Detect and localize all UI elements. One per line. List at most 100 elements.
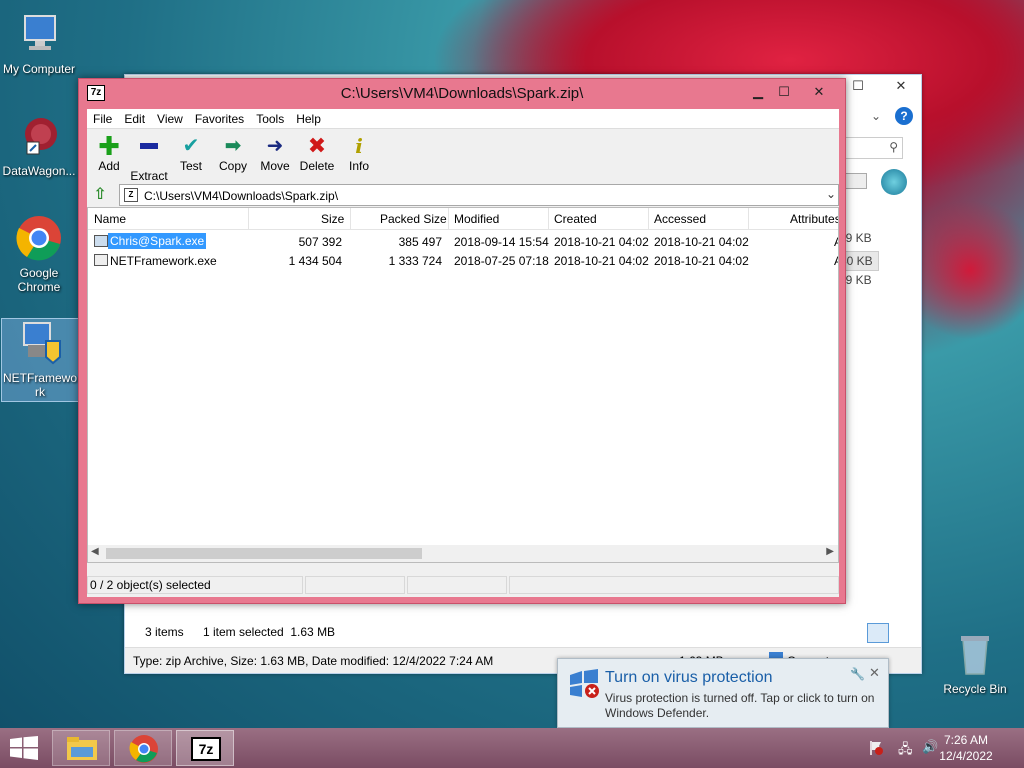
delete-label: Delete <box>299 159 335 173</box>
explorer-items-count: 3 items <box>145 625 184 639</box>
file-accessed: 2018-10-21 04:02 <box>654 235 749 249</box>
view-toggle-icon[interactable] <box>845 173 867 189</box>
action-center-flag-icon[interactable] <box>868 740 884 756</box>
minus-icon <box>127 143 171 169</box>
file-size: 1 434 504 <box>288 254 342 268</box>
minimize-button[interactable]: ▁ <box>745 81 771 103</box>
explorer-status-type: Type: zip Archive, Size: 1.63 MB, Date m… <box>133 654 494 668</box>
desktop-icon-label: DataWagon... <box>2 164 76 178</box>
chevron-down-icon[interactable]: ⌄ <box>826 187 836 201</box>
list-header: Name Size Packed Size Modified Created A… <box>88 208 838 230</box>
move-button[interactable]: ➜ Move <box>253 133 297 173</box>
desktop-icon-netframework[interactable]: NETFramework <box>1 318 79 402</box>
file-accessed: 2018-10-21 04:02 <box>654 254 749 268</box>
menu-edit[interactable]: Edit <box>118 109 151 127</box>
file-created: 2018-10-21 04:02 <box>554 254 649 268</box>
arrow-right-icon: ➜ <box>266 135 284 157</box>
move-label: Move <box>260 159 290 173</box>
sevenzip-titlebar[interactable]: 7z C:\Users\VM4\Downloads\Spark.zip\ ▁ ☐… <box>79 79 845 109</box>
delete-button[interactable]: ✖ Delete <box>295 133 339 173</box>
extract-label: Extract <box>130 169 168 183</box>
desktop-icon-label: NETFramework <box>2 371 77 399</box>
menu-favorites[interactable]: Favorites <box>189 109 250 127</box>
add-button[interactable]: ✚ Add <box>87 133 131 173</box>
taskbar-clock[interactable]: 7:26 AM 12/4/2022 <box>930 732 1002 764</box>
file-modified: 2018-09-14 15:54 <box>454 235 549 249</box>
info-label: Info <box>348 159 369 173</box>
network-icon[interactable]: 🖧 <box>898 740 914 756</box>
explorer-search-box[interactable]: ⚲ <box>845 137 903 159</box>
explorer-close-button[interactable]: ✕ <box>881 75 921 97</box>
details-view-icon[interactable] <box>867 623 889 643</box>
extract-button[interactable]: Extract <box>127 133 171 183</box>
explorer-selected-info: 1 item selected 1.63 MB <box>203 625 336 639</box>
up-folder-icon[interactable]: ⇧ <box>91 186 109 204</box>
close-button[interactable]: ✕ <box>797 81 841 103</box>
info-button[interactable]: i Info <box>337 133 381 173</box>
file-name[interactable]: Chris@Spark.exe <box>108 233 207 249</box>
explorer-maximize-button[interactable]: ☐ <box>845 75 871 97</box>
sevenzip-client: File Edit View Favorites Tools Help ✚ Add Ext… <box>87 109 839 597</box>
chrome-icon <box>129 735 158 763</box>
status-bar: 0 / 2 object(s) selected <box>87 573 839 597</box>
address-text: C:\Users\VM4\Downloads\Spark.zip\ <box>144 189 339 203</box>
table-row[interactable]: NETFramework.exe 1 434 504 1 333 724 201… <box>88 251 838 270</box>
recycle-bin-icon <box>951 630 999 678</box>
desktop-icon-label: Google Chrome <box>17 266 61 294</box>
chrome-icon <box>15 214 63 262</box>
plus-icon: ✚ <box>98 131 120 161</box>
menu-file[interactable]: File <box>87 109 118 127</box>
help-icon[interactable]: ? <box>895 107 913 125</box>
start-button[interactable] <box>10 736 38 760</box>
address-input[interactable]: Z C:\Users\VM4\Downloads\Spark.zip\ ⌄ <box>119 184 839 206</box>
computer-icon <box>15 10 63 58</box>
taskbar-file-explorer[interactable] <box>52 730 110 766</box>
chevron-down-icon[interactable]: ⌄ <box>871 109 887 125</box>
desktop-icon-label: My Computer <box>2 62 76 76</box>
scrollbar-thumb[interactable] <box>106 548 422 559</box>
taskbar-7zip[interactable]: 7z <box>176 730 234 766</box>
desktop-icon-recycle-bin[interactable]: Recycle Bin <box>936 630 1014 696</box>
desktop-icon-google-chrome[interactable]: Google Chrome <box>0 214 78 294</box>
desktop-icon-my-computer[interactable]: My Computer <box>0 10 78 76</box>
clock-time: 7:26 AM <box>943 733 989 747</box>
column-size[interactable]: Size <box>321 212 344 226</box>
file-list[interactable]: Name Size Packed Size Modified Created A… <box>87 207 839 563</box>
column-accessed[interactable]: Accessed <box>654 212 706 226</box>
test-button[interactable]: ✔ Test <box>169 133 213 173</box>
copy-button[interactable]: ➡ Copy <box>211 133 255 173</box>
windows-logo-icon <box>10 736 38 760</box>
info-icon: i <box>355 134 363 158</box>
menu-tools[interactable]: Tools <box>250 109 290 127</box>
installer-icon <box>16 319 64 367</box>
test-label: Test <box>179 159 202 173</box>
menu-view[interactable]: View <box>151 109 189 127</box>
horizontal-scrollbar[interactable]: ◀ ▶ <box>88 545 838 562</box>
virus-protection-notification[interactable]: Turn on virus protection Virus protectio… <box>557 658 889 728</box>
tiles-view-icon[interactable] <box>893 623 913 643</box>
file-name[interactable]: NETFramework.exe <box>110 254 217 268</box>
sevenzip-window[interactable]: 7z C:\Users\VM4\Downloads\Spark.zip\ ▁ ☐… <box>78 78 846 604</box>
windows-defender-icon <box>568 669 600 699</box>
menu-bar: File Edit View Favorites Tools Help <box>87 109 839 129</box>
scroll-left-icon[interactable]: ◀ <box>91 546 99 557</box>
file-attributes: A <box>834 254 838 268</box>
file-modified: 2018-07-25 07:18 <box>454 254 549 268</box>
scroll-right-icon[interactable]: ▶ <box>826 546 834 557</box>
column-packed-size[interactable]: Packed Size <box>380 212 447 226</box>
taskbar-chrome[interactable] <box>114 730 172 766</box>
column-modified[interactable]: Modified <box>454 212 499 226</box>
double-arrow-icon: ➡ <box>224 135 242 157</box>
menu-help[interactable]: Help <box>290 109 327 127</box>
file-size: 507 392 <box>298 235 342 249</box>
column-name[interactable]: Name <box>94 212 126 226</box>
desktop-icon-datawagon[interactable]: DataWagon... <box>0 112 78 178</box>
column-attributes[interactable]: Attributes <box>790 212 838 226</box>
maximize-button[interactable]: ☐ <box>771 81 797 103</box>
column-created[interactable]: Created <box>554 212 597 226</box>
wrench-icon[interactable]: 🔧 <box>850 667 865 681</box>
table-row[interactable]: Chris@Spark.exe 507 392 385 497 2018-09-… <box>88 232 838 251</box>
file-packed-size: 1 333 724 <box>388 254 442 268</box>
desktop-icon-label: Recycle Bin <box>943 682 1007 696</box>
notification-close-button[interactable]: ✕ <box>869 665 880 681</box>
